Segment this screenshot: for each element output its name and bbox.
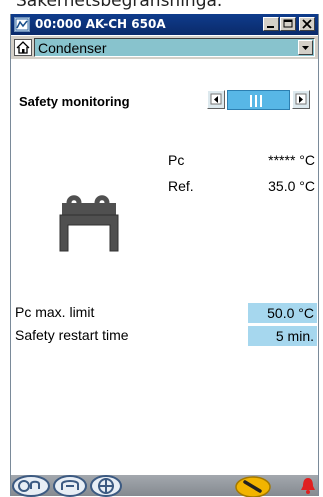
ref-value: 35.0 °C	[268, 178, 315, 194]
arrow-right-icon	[295, 93, 307, 105]
status-bar	[11, 475, 318, 497]
previous-page-button[interactable]	[207, 90, 225, 109]
section-title: Safety monitoring	[19, 94, 130, 109]
page-indicator-bar	[255, 95, 257, 107]
minimize-button[interactable]	[263, 17, 279, 31]
minimize-icon	[267, 26, 274, 28]
alarm-bell-icon[interactable]	[299, 475, 317, 497]
service-wrench-icon[interactable]	[234, 475, 272, 497]
home-icon	[16, 41, 30, 54]
safety-restart-time-value: 5 min.	[275, 328, 314, 344]
ref-label: Ref.	[168, 178, 194, 194]
maximize-icon	[283, 19, 293, 28]
toolbar: Condenser	[11, 36, 318, 59]
app-icon[interactable]	[14, 17, 30, 32]
page-indicator-bar	[250, 95, 252, 107]
next-page-button[interactable]	[292, 90, 310, 109]
close-button[interactable]	[299, 17, 315, 31]
pc-max-limit-value: 50.0 °C	[267, 305, 314, 321]
safety-restart-time-label: Safety restart time	[15, 327, 129, 343]
close-icon	[302, 19, 312, 29]
pc-max-limit-label: Pc max. limit	[15, 304, 95, 320]
view-select-value: Condenser	[38, 40, 107, 56]
title-bar[interactable]: 00:000 AK-CH 650A	[11, 14, 318, 35]
chevron-down-icon	[302, 46, 309, 50]
page-indicator-bar	[260, 95, 262, 107]
compressor-icon[interactable]	[11, 475, 51, 497]
app-window: 00:000 AK-CH 650A Condenser Safety monit…	[10, 14, 319, 497]
fan-icon[interactable]	[89, 475, 123, 497]
view-select-toggle[interactable]	[298, 40, 313, 55]
pc-max-limit-field[interactable]: 50.0 °C	[248, 303, 317, 323]
condenser-icon	[59, 195, 119, 252]
maximize-button[interactable]	[280, 17, 296, 31]
page-indicator	[227, 90, 290, 110]
view-select[interactable]: Condenser	[34, 38, 315, 57]
safety-restart-time-field[interactable]: 5 min.	[248, 326, 317, 346]
window-title: 00:000 AK-CH 650A	[35, 17, 166, 31]
home-button[interactable]	[14, 39, 32, 56]
pc-label: Pc	[168, 152, 185, 168]
pc-value: ***** °C	[268, 152, 315, 168]
top-caption-text: Sakerhetsbegransninga.	[16, 0, 223, 11]
arrow-left-icon	[210, 93, 222, 105]
compressor-alt-icon[interactable]	[52, 475, 88, 497]
